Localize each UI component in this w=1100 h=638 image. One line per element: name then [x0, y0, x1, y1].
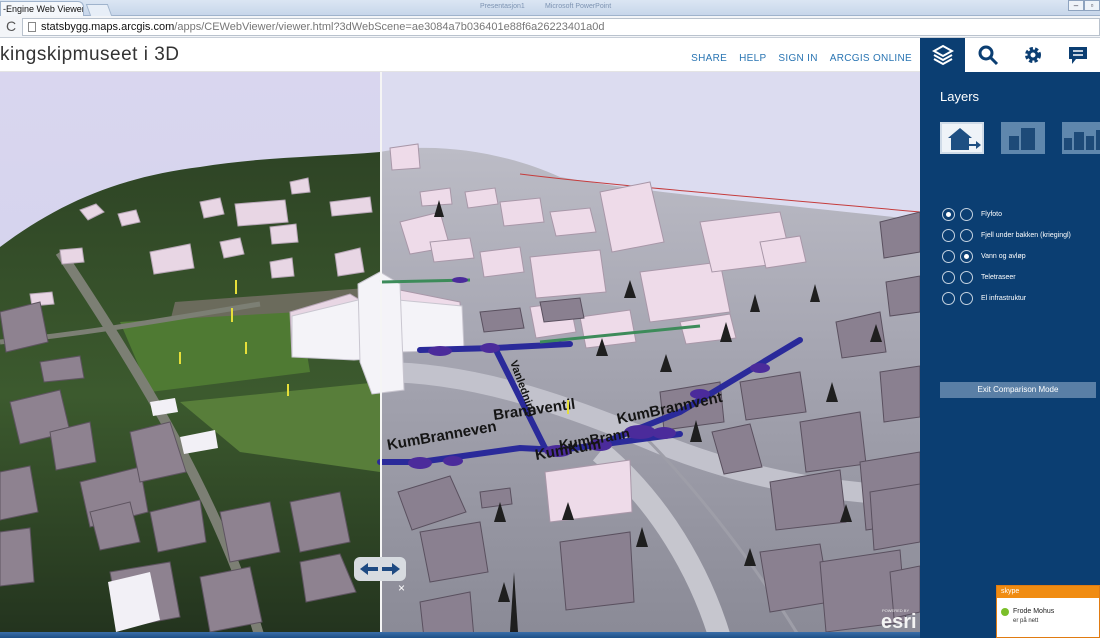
layer-label: Vann og avløp [981, 253, 1026, 260]
left-radio[interactable] [942, 208, 955, 221]
scene-canvas[interactable]: Brannventil KumBrannvent KumBranneven Ku… [0, 72, 920, 638]
browser-tab-bar: -Engine Web Viewer - \ Presentasjon1 Mic… [0, 0, 1100, 16]
page-icon [28, 22, 36, 32]
left-radio[interactable] [942, 229, 955, 242]
layers-tab[interactable] [920, 38, 965, 72]
comment-icon [1068, 47, 1087, 64]
layer-label: Fjell under bakken (kriegingl) [981, 232, 1071, 239]
layers-icon [931, 44, 954, 66]
minimize-button[interactable]: – [1068, 0, 1084, 11]
left-radio[interactable] [942, 271, 955, 284]
right-radio[interactable] [960, 271, 973, 284]
search-icon [978, 45, 998, 66]
right-radio[interactable] [960, 208, 973, 221]
app-header: kingskipmuseet i 3D SHARE HELP SIGN IN A… [0, 38, 920, 72]
skype-notification[interactable]: skype Frode Mohus er på nett [996, 585, 1100, 638]
layer-label: Flyfoto [981, 211, 1003, 218]
search-tab[interactable] [965, 38, 1010, 72]
settings-tab[interactable] [1010, 38, 1055, 72]
layer-label: El infrastruktur [981, 295, 1027, 302]
scene-view[interactable]: Brannventil KumBrannvent KumBranneven Ku… [0, 72, 920, 638]
left-radio[interactable] [942, 292, 955, 305]
layer-label: Teletraseer [981, 274, 1016, 281]
compare-layers-icon [948, 128, 981, 150]
exit-comparison-button[interactable]: Exit Comparison Mode [940, 382, 1096, 398]
online-status-icon [1001, 608, 1009, 616]
comments-tab[interactable] [1055, 38, 1100, 72]
help-link[interactable]: HELP [739, 53, 766, 64]
page-title: kingskipmuseet i 3D [0, 44, 180, 65]
esri-logo: esri [881, 611, 917, 633]
reload-icon[interactable]: C [6, 18, 16, 34]
header-links: SHARE HELP SIGN IN ARCGIS ONLINE [691, 53, 912, 64]
layer-row-flyfoto: Flyfoto [942, 204, 1071, 225]
skype-header: skype [997, 586, 1099, 598]
city-layer-icon [1064, 130, 1100, 150]
browser-tab[interactable]: -Engine Web Viewer - \ [0, 1, 84, 16]
thumb-compare[interactable] [940, 122, 984, 154]
layer-row-el: El infrastruktur [942, 288, 1071, 309]
restore-button[interactable]: ▫ [1084, 0, 1100, 11]
layer-thumbnails [940, 122, 1100, 154]
sign-in-link[interactable]: SIGN IN [778, 53, 817, 64]
browser-tab-title: -Engine Web Viewer - \ [3, 4, 84, 14]
address-bar: C statsbygg.maps.arcgis.com/apps/CEWebVi… [0, 16, 1100, 38]
left-radio[interactable] [942, 250, 955, 263]
arcgis-online-link[interactable]: ARCGIS ONLINE [830, 53, 912, 64]
url-field[interactable]: statsbygg.maps.arcgis.com/apps/CEWebView… [22, 18, 1100, 36]
url-path: /apps/CEWebViewer/viewer.html?3dWebScene… [174, 21, 605, 33]
gear-icon [1024, 47, 1041, 63]
layer-row-tele: Teletraseer [942, 267, 1071, 288]
close-icon[interactable]: × [398, 581, 405, 595]
panel-heading: Layers [940, 89, 980, 104]
url-host: statsbygg.maps.arcgis.com [41, 21, 175, 33]
layer-row-vann: Vann og avløp [942, 246, 1071, 267]
layer-row-fjell: Fjell under bakken (kriegingl) [942, 225, 1071, 246]
window-hint: Presentasjon1 [480, 3, 525, 10]
building-layer-icon [1009, 128, 1035, 150]
right-radio[interactable] [960, 250, 973, 263]
window-hint: Microsoft PowerPoint [545, 3, 612, 10]
right-radio[interactable] [960, 292, 973, 305]
thumb-city[interactable] [1062, 122, 1100, 154]
contact-name: Frode Mohus [1013, 608, 1055, 615]
right-radio[interactable] [960, 229, 973, 242]
new-tab-button[interactable] [85, 4, 113, 16]
panel-tabs [920, 38, 1100, 72]
share-link[interactable]: SHARE [691, 53, 727, 64]
right-infrastructure-view: Brannventil KumBrannvent KumBranneven Ku… [291, 72, 920, 638]
os-taskbar [0, 632, 996, 638]
swipe-arrows-icon [360, 563, 400, 575]
thumb-buildings[interactable] [1001, 122, 1045, 154]
swipe-handle[interactable] [354, 557, 406, 581]
layer-list: Flyfoto Fjell under bakken (kriegingl) V… [942, 204, 1071, 309]
side-panel: Layers Flyfoto Fjell under bakken (krieg… [920, 38, 1100, 638]
contact-status: er på nett [1013, 618, 1039, 624]
